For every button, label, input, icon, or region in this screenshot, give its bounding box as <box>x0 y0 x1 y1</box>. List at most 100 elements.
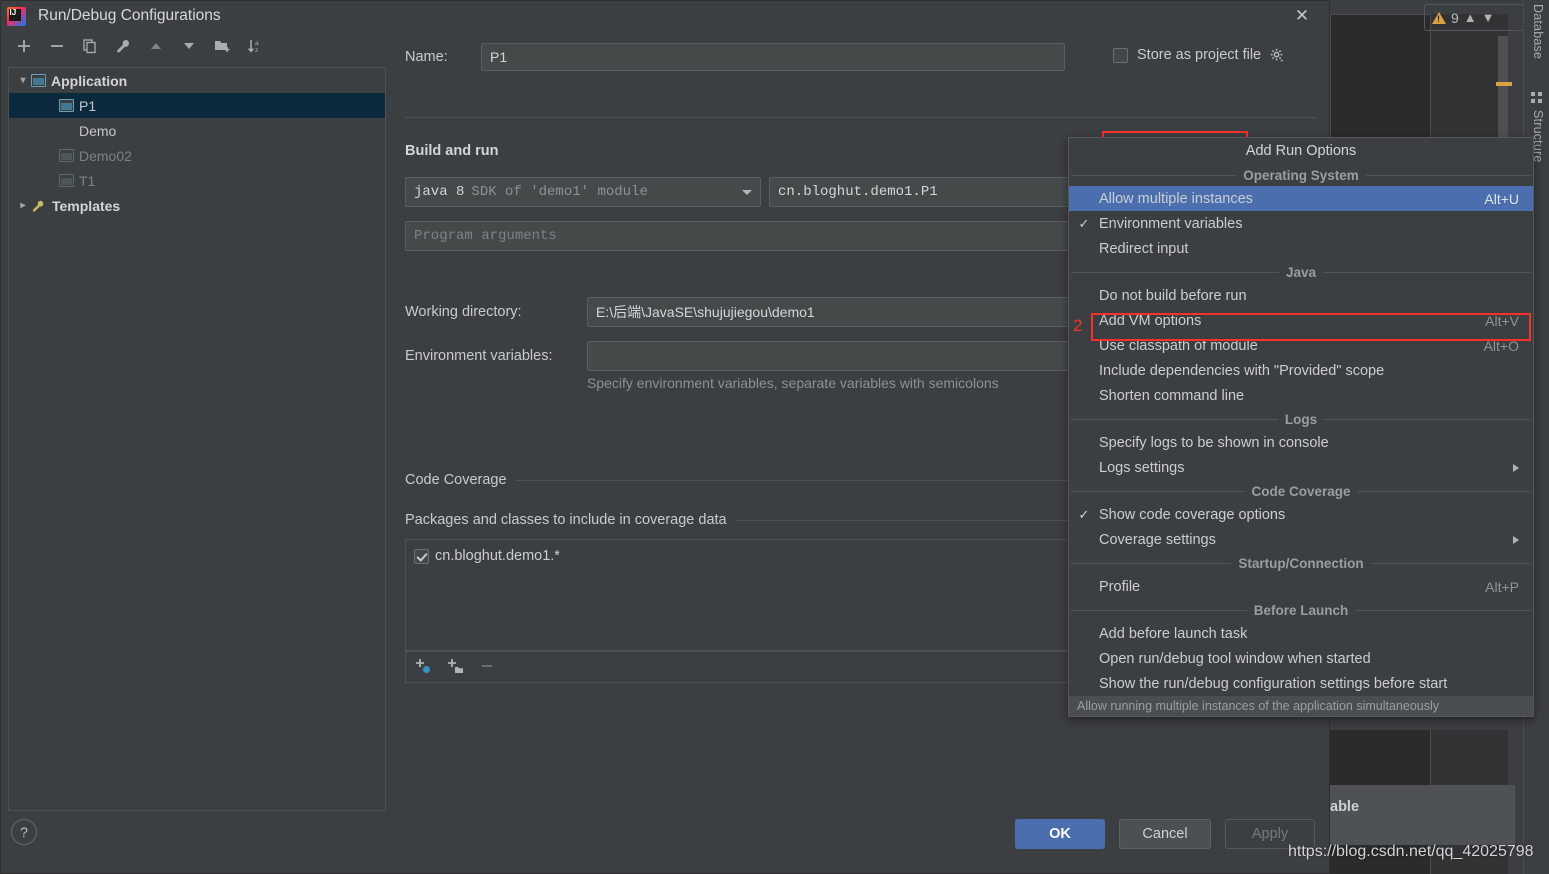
new-folder-icon[interactable] <box>211 35 233 57</box>
tree-item-label: Demo <box>79 122 117 139</box>
store-as-project-file-row[interactable]: Store as project file <box>1113 47 1285 63</box>
packages-label: Packages and classes to include in cover… <box>405 512 727 528</box>
copy-configuration-icon[interactable] <box>79 35 101 57</box>
divider <box>1071 418 1278 420</box>
menu-group-separator: Operating System <box>1069 164 1533 186</box>
menu-item-show-the-run-debug-configuration-settings-before-start[interactable]: Show the run/debug configuration setting… <box>1069 671 1533 696</box>
divider <box>1365 174 1532 176</box>
coverage-list-item[interactable]: cn.bloghut.demo1.* <box>414 548 560 564</box>
configurations-toolbar: a z <box>1 31 393 61</box>
menu-item-open-run-debug-tool-window-when-started[interactable]: Open run/debug tool window when started <box>1069 646 1533 671</box>
menu-item-shorten-command-line[interactable]: Shorten command line <box>1069 383 1533 408</box>
tool-window-tab-database[interactable]: Database <box>1531 4 1545 59</box>
move-down-icon[interactable] <box>178 35 200 57</box>
menu-group-label: Operating System <box>1243 167 1359 183</box>
menu-item-label: Show code coverage options <box>1099 506 1286 523</box>
menu-item-label: Logs settings <box>1099 459 1185 476</box>
configurations-panel: a z ▾ Application P1 Demo Demo02 T1 ▸ Templates <box>1 31 393 811</box>
dialog-titlebar: Run/Debug Configurations ✕ <box>1 1 1329 31</box>
menu-item-label: Do not build before run <box>1099 287 1247 304</box>
tree-item-demo02[interactable]: Demo02 <box>9 143 385 168</box>
structure-icon <box>1531 92 1542 103</box>
remove-configuration-icon[interactable] <box>46 35 68 57</box>
add-package-icon[interactable] <box>446 657 464 680</box>
previous-problem-icon[interactable]: ▲ <box>1464 11 1477 24</box>
menu-group-separator: Before Launch <box>1069 599 1533 621</box>
menu-item-shortcut: Alt+P <box>1485 578 1519 595</box>
warning-icon <box>1432 11 1446 24</box>
next-problem-icon[interactable]: ▼ <box>1482 11 1495 24</box>
menu-item-do-not-build-before-run[interactable]: Do not build before run <box>1069 283 1533 308</box>
inspection-widget[interactable]: 9 ▲ ▼ <box>1424 4 1524 31</box>
form-divider <box>405 117 1317 118</box>
dialog-title: Run/Debug Configurations <box>38 7 221 24</box>
divider <box>1071 562 1232 564</box>
store-as-project-file-checkbox[interactable] <box>1113 47 1128 63</box>
divider <box>1357 490 1531 492</box>
chevron-down-icon[interactable]: ▾ <box>15 75 31 86</box>
move-up-icon[interactable] <box>145 35 167 57</box>
environment-variables-label: Environment variables: <box>405 348 553 364</box>
menu-item-include-dependencies-with-provided-scope[interactable]: Include dependencies with "Provided" sco… <box>1069 358 1533 383</box>
menu-item-show-code-coverage-options[interactable]: ✓ Show code coverage options <box>1069 502 1533 527</box>
chevron-right-icon <box>1513 463 1519 472</box>
application-icon <box>31 74 46 87</box>
menu-item-label: Show the run/debug configuration setting… <box>1099 675 1448 692</box>
menu-group-label: Startup/Connection <box>1238 555 1364 571</box>
add-configuration-icon[interactable] <box>13 35 35 57</box>
menu-item-specify-logs-to-be-shown-in-console[interactable]: Specify logs to be shown in console <box>1069 430 1533 455</box>
menu-title: Add Run Options <box>1245 143 1357 159</box>
wrench-icon <box>31 199 47 213</box>
configurations-tree[interactable]: ▾ Application P1 Demo Demo02 T1 ▸ Templates <box>8 67 386 811</box>
menu-item-label: Specify logs to be shown in console <box>1099 434 1329 451</box>
coverage-toolbar <box>414 657 496 680</box>
coverage-item-checkbox[interactable] <box>414 548 429 564</box>
cancel-button[interactable]: Cancel <box>1119 819 1211 849</box>
menu-group-label: Logs <box>1284 411 1318 427</box>
code-coverage-label: Code Coverage <box>405 472 507 488</box>
jre-value-detail: SDK of 'demo1' module <box>471 184 648 200</box>
help-button[interactable]: ? <box>11 819 37 845</box>
sort-az-icon[interactable]: a z <box>244 35 266 57</box>
editor-warning-marker <box>1496 82 1512 86</box>
tree-item-application[interactable]: ▾ Application <box>9 68 385 93</box>
tree-item-t1[interactable]: T1 <box>9 168 385 193</box>
svg-text:a: a <box>255 40 259 47</box>
chevron-down-icon[interactable] <box>742 190 752 195</box>
remove-pattern-icon <box>478 657 496 680</box>
menu-item-redirect-input[interactable]: Redirect input <box>1069 236 1533 261</box>
menu-item-logs-settings[interactable]: Logs settings <box>1069 455 1533 480</box>
close-icon[interactable]: ✕ <box>1289 3 1315 29</box>
ok-button[interactable]: OK <box>1015 819 1105 849</box>
tree-item-demo[interactable]: Demo <box>9 118 385 143</box>
name-input[interactable]: P1 <box>481 43 1065 71</box>
menu-item-environment-variables[interactable]: ✓ Environment variables <box>1069 211 1533 236</box>
coverage-item-label: cn.bloghut.demo1.* <box>435 548 560 564</box>
menu-item-label: Shorten command line <box>1099 387 1245 404</box>
add-class-icon[interactable] <box>414 657 432 680</box>
dialog-footer: ? OK Cancel Apply <box>1 811 1329 873</box>
menu-item-profile[interactable]: Profile Alt+P <box>1069 574 1533 599</box>
menu-item-label: Profile <box>1099 578 1141 595</box>
menu-item-add-before-launch-task[interactable]: Add before launch task <box>1069 621 1533 646</box>
add-run-options-menu[interactable]: Add Run Options Operating System Allow mu… <box>1068 137 1534 717</box>
menu-group-separator: Startup/Connection <box>1069 552 1533 574</box>
tree-item-label: Templates <box>52 197 121 214</box>
chevron-right-icon[interactable]: ▸ <box>15 200 31 211</box>
menu-item-coverage-settings[interactable]: Coverage settings <box>1069 527 1533 552</box>
divider <box>1071 174 1237 176</box>
jre-combo[interactable]: java 8 SDK of 'demo1' module <box>405 177 761 207</box>
edit-templates-wrench-icon[interactable] <box>112 35 134 57</box>
menu-item-label: Open run/debug tool window when started <box>1099 650 1371 667</box>
gear-icon[interactable] <box>1270 48 1285 63</box>
menu-group-separator: Code Coverage <box>1069 480 1533 502</box>
background-partial-label: able <box>1330 799 1360 815</box>
menu-item-allow-multiple-instances[interactable]: Allow multiple instances Alt+U <box>1069 186 1533 211</box>
tree-item-p1[interactable]: P1 <box>9 93 385 118</box>
divider <box>1071 609 1247 611</box>
divider <box>1071 271 1279 273</box>
menu-group-label: Code Coverage <box>1251 483 1351 499</box>
tree-item-templates[interactable]: ▸ Templates <box>9 193 385 218</box>
tree-item-label: P1 <box>79 97 97 114</box>
build-and-run-title: Build and run <box>405 143 499 159</box>
